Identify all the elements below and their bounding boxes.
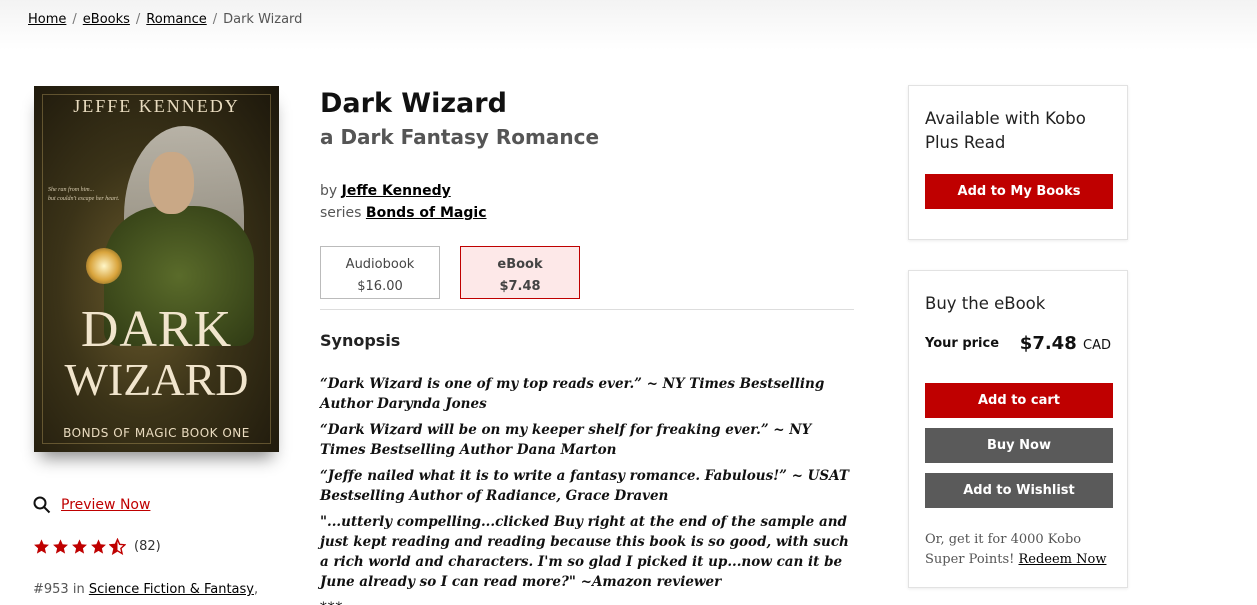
- cover-tagline: She ran from him... but couldn't escape h…: [48, 186, 119, 204]
- buy-ebook-card: Buy the eBook Your price $7.48 CAD Add t…: [908, 270, 1128, 588]
- series-link[interactable]: Bonds of Magic: [366, 205, 487, 221]
- rank-trail: ,: [253, 582, 259, 597]
- cover-tagline-line2: but couldn't escape her heart.: [48, 196, 120, 202]
- section-divider: [320, 309, 854, 310]
- kobo-plus-heading: Available with Kobo Plus Read: [925, 109, 1086, 152]
- rating-count: (82): [134, 539, 161, 554]
- series-label: series: [320, 205, 362, 221]
- breadcrumb-romance[interactable]: Romance: [146, 12, 206, 27]
- star-full-icon: [34, 539, 49, 554]
- book-subtitle: a Dark Fantasy Romance: [320, 125, 600, 149]
- format-name: Audiobook: [345, 257, 415, 272]
- preview-now-label: Preview Now: [61, 497, 151, 513]
- price-currency: CAD: [1083, 338, 1111, 353]
- your-price-label: Your price: [925, 336, 1000, 351]
- price-amount: $7.48: [1019, 333, 1077, 354]
- book-byline: by Jeffe Kennedy series Bonds of Magic: [320, 180, 487, 224]
- author-link[interactable]: Jeffe Kennedy: [342, 183, 451, 199]
- cover-tagline-line1: She ran from him...: [48, 187, 95, 193]
- format-price: $16.00: [357, 279, 403, 294]
- star-rating[interactable]: (82): [33, 538, 161, 555]
- breadcrumb-home[interactable]: Home: [28, 12, 66, 27]
- format-option-ebook[interactable]: eBook $7.48: [460, 246, 580, 299]
- star-full-icon: [91, 539, 106, 554]
- breadcrumb: Home / eBooks / Romance / Dark Wizard: [28, 12, 302, 27]
- preview-now-link[interactable]: Preview Now: [33, 496, 150, 514]
- buy-now-button[interactable]: Buy Now: [925, 428, 1113, 463]
- synopsis-paragraph: “Dark Wizard is one of my top reads ever…: [320, 376, 825, 412]
- add-to-my-books-button[interactable]: Add to My Books: [925, 174, 1113, 209]
- breadcrumb-ebooks[interactable]: eBooks: [83, 12, 130, 27]
- format-name: eBook: [497, 257, 543, 272]
- breadcrumb-separator: /: [72, 12, 77, 27]
- cover-title-line2: WIZARD: [64, 354, 249, 405]
- buy-heading: Buy the eBook: [925, 294, 1046, 313]
- star-full-icon: [53, 539, 68, 554]
- breadcrumb-separator: /: [212, 12, 218, 27]
- redeem-now-link[interactable]: Redeem Now: [1018, 552, 1106, 567]
- format-price: $7.48: [499, 279, 541, 294]
- synopsis-more: ***: [320, 598, 850, 605]
- rank-prefix: #953 in: [33, 582, 85, 597]
- synopsis-heading: Synopsis: [320, 331, 401, 350]
- synopsis-paragraph: “Dark Wizard will be on my keeper shelf …: [320, 422, 812, 458]
- synopsis-paragraph: “Jeffe nailed what it is to write a fant…: [320, 468, 849, 504]
- rating-stars: [33, 538, 128, 555]
- kobo-plus-card: Available with Kobo Plus Read Add to My …: [908, 85, 1128, 240]
- cover-author: JEFFE KENNEDY: [73, 96, 240, 116]
- cover-figure-face: [149, 152, 194, 214]
- synopsis-paragraph: "...utterly compelling...clicked Buy rig…: [320, 514, 849, 590]
- cover-series-line: BONDS OF MAGIC BOOK ONE: [63, 426, 250, 440]
- format-option-audiobook[interactable]: Audiobook $16.00: [320, 246, 440, 299]
- book-cover[interactable]: JEFFE KENNEDY She ran from him... but cou…: [34, 86, 279, 452]
- price-value: $7.48 CAD: [1020, 333, 1111, 354]
- breadcrumb-current: Dark Wizard: [223, 12, 303, 27]
- by-label: by: [320, 183, 338, 199]
- synopsis-text: “Dark Wizard is one of my top reads ever…: [320, 374, 850, 605]
- rank-category-link[interactable]: Science Fiction & Fantasy: [89, 582, 254, 597]
- book-title: Dark Wizard: [320, 88, 507, 119]
- search-icon: [33, 496, 51, 514]
- cover-magic-orb: [86, 248, 122, 284]
- add-to-cart-button[interactable]: Add to cart: [925, 383, 1113, 418]
- star-full-icon: [72, 539, 87, 554]
- star-half-icon: [109, 538, 126, 555]
- cover-title-line1: DARK: [80, 301, 233, 358]
- add-to-wishlist-button[interactable]: Add to Wishlist: [925, 473, 1113, 508]
- breadcrumb-separator: /: [135, 12, 141, 27]
- category-rank: #953 in Science Fiction & Fantasy,: [33, 582, 258, 597]
- super-points-offer: Or, get it for 4000 Kobo Super Points! R…: [925, 530, 1120, 570]
